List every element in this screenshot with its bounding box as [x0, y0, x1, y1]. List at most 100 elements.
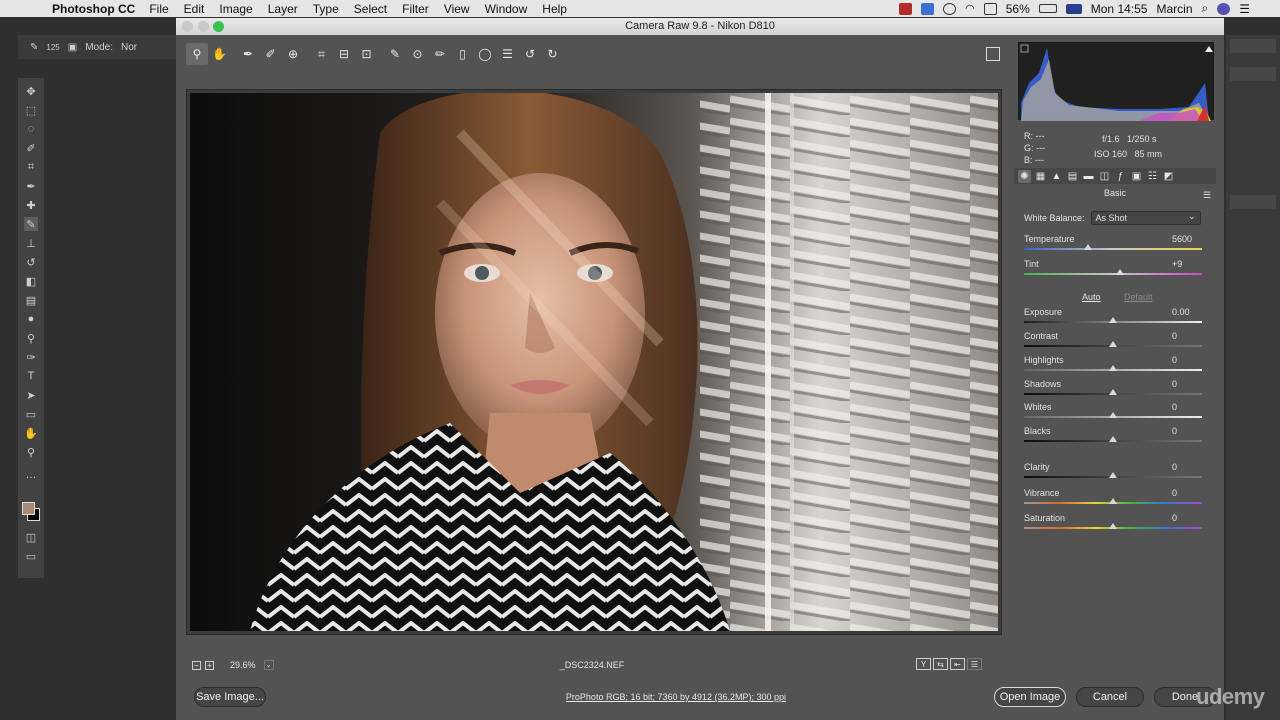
- battery-percent[interactable]: 56%: [1006, 2, 1030, 16]
- graduated-filter-icon[interactable]: ▯: [452, 43, 474, 65]
- straighten-tool-icon[interactable]: ⊟: [333, 43, 355, 65]
- shape-tool-icon[interactable]: ▭: [24, 407, 38, 421]
- histogram[interactable]: [1018, 42, 1214, 121]
- saturation-slider-thumb[interactable]: [1109, 523, 1117, 529]
- zoom-in-icon[interactable]: +: [205, 660, 214, 670]
- blur-tool-icon[interactable]: ●: [24, 312, 38, 326]
- vibrance-value[interactable]: 0: [1172, 488, 1202, 498]
- path-select-icon[interactable]: ➤: [24, 388, 38, 402]
- zoom-out-icon[interactable]: −: [192, 660, 201, 670]
- clock[interactable]: Mon 14:55: [1091, 2, 1148, 16]
- menu-image[interactable]: Image: [219, 2, 252, 16]
- screen-mode-icon[interactable]: ▭: [24, 549, 38, 563]
- menu-file[interactable]: File: [149, 2, 168, 16]
- rotate-right-icon[interactable]: ↻: [542, 43, 564, 65]
- quick-mask-icon[interactable]: ◫: [24, 530, 38, 544]
- menu-type[interactable]: Type: [313, 2, 339, 16]
- app-name-menu[interactable]: Photoshop CC: [52, 2, 135, 16]
- gradient-tool-icon[interactable]: ▤: [24, 293, 38, 307]
- open-image-button[interactable]: Open Image: [994, 687, 1066, 707]
- shadows-value[interactable]: 0: [1172, 379, 1202, 389]
- white-balance-tool-icon[interactable]: ✒: [237, 43, 259, 65]
- spot-removal-icon[interactable]: ✎: [384, 43, 406, 65]
- tint-slider-thumb[interactable]: [1116, 269, 1125, 275]
- foreground-color-swatch[interactable]: [22, 502, 35, 515]
- raw-photo-preview[interactable]: [190, 93, 998, 631]
- crop-tool-icon[interactable]: ⌗: [24, 160, 38, 174]
- transform-tool-icon[interactable]: ⊡: [356, 43, 378, 65]
- tint-value[interactable]: +9: [1172, 259, 1202, 269]
- rotate-left-icon[interactable]: ↺: [519, 43, 541, 65]
- brush-size[interactable]: 125: [46, 43, 59, 52]
- panel-menu-icon[interactable]: ☰: [1202, 188, 1212, 202]
- dodge-tool-icon[interactable]: ⚲: [24, 331, 38, 345]
- camera-calibration-tab-icon[interactable]: ▣: [1130, 170, 1143, 183]
- sync-icon[interactable]: [943, 2, 957, 15]
- contrast-slider-thumb[interactable]: [1109, 341, 1117, 347]
- temperature-slider[interactable]: [1024, 248, 1202, 250]
- menu-help[interactable]: Help: [542, 2, 567, 16]
- quick-select-tool-icon[interactable]: ✐: [24, 141, 38, 155]
- blacks-value[interactable]: 0: [1172, 426, 1202, 436]
- blacks-slider-thumb[interactable]: [1109, 436, 1117, 442]
- stamp-tool-icon[interactable]: ⊥: [24, 236, 38, 250]
- exposure-value[interactable]: 0.00: [1172, 307, 1202, 317]
- user-name[interactable]: Marcin: [1156, 2, 1192, 16]
- before-after-icon[interactable]: Y: [916, 658, 931, 670]
- default-link[interactable]: Default: [1124, 292, 1153, 302]
- contrast-value[interactable]: 0: [1172, 331, 1202, 341]
- saturation-value[interactable]: 0: [1172, 513, 1202, 523]
- highlights-value[interactable]: 0: [1172, 355, 1202, 365]
- lasso-tool-icon[interactable]: ◌: [24, 122, 38, 136]
- menu-filter[interactable]: Filter: [402, 2, 429, 16]
- mode-select[interactable]: Nor: [121, 42, 137, 53]
- red-eye-icon[interactable]: ⊙: [407, 43, 429, 65]
- crop-tool-icon[interactable]: ⌗: [311, 43, 333, 65]
- workflow-options-link[interactable]: ProPhoto RGB; 16 bit; 7360 by 4912 (36.2…: [536, 692, 816, 702]
- radial-filter-icon[interactable]: ◯: [474, 43, 496, 65]
- preferences-icon[interactable]: ☰: [497, 43, 519, 65]
- battery-icon[interactable]: [1038, 4, 1057, 13]
- menu-window[interactable]: Window: [485, 2, 528, 16]
- temperature-slider-thumb[interactable]: [1084, 244, 1093, 250]
- notification-center-icon[interactable]: ☰: [1239, 2, 1250, 16]
- adobe-icon[interactable]: [899, 2, 913, 15]
- menu-edit[interactable]: Edit: [184, 2, 205, 16]
- tone-curve-tab-icon[interactable]: ▦: [1034, 170, 1047, 183]
- vibrance-slider-thumb[interactable]: [1109, 498, 1117, 504]
- brush-tool-icon[interactable]: ✎: [24, 217, 38, 231]
- zoom-menu-icon[interactable]: ⌄: [263, 660, 274, 670]
- effects-tab-icon[interactable]: ƒ: [1114, 170, 1127, 183]
- minimize-window-icon[interactable]: [198, 21, 209, 32]
- clarity-value[interactable]: 0: [1172, 462, 1202, 472]
- temperature-value[interactable]: 5600: [1172, 234, 1202, 244]
- history-brush-icon[interactable]: ↺: [24, 255, 38, 269]
- toggle-default-icon[interactable]: ☰: [967, 658, 982, 670]
- menu-view[interactable]: View: [444, 2, 470, 16]
- menu-layer[interactable]: Layer: [268, 2, 298, 16]
- zoom-tool-icon[interactable]: ⚲: [24, 445, 38, 459]
- snapshots-tab-icon[interactable]: ◩: [1162, 170, 1175, 183]
- dropbox-icon[interactable]: [921, 2, 935, 15]
- type-tool-icon[interactable]: T: [24, 369, 38, 383]
- healing-tool-icon[interactable]: ✚: [24, 198, 38, 212]
- lens-tab-icon[interactable]: ◫: [1098, 170, 1111, 183]
- fullscreen-toggle-icon[interactable]: [986, 47, 1000, 61]
- brush-panel-icon[interactable]: ▣: [68, 42, 77, 53]
- airplay-icon[interactable]: [983, 2, 997, 15]
- save-image-button[interactable]: Save Image...: [194, 687, 266, 707]
- siri-icon[interactable]: [1217, 2, 1231, 15]
- move-tool-icon[interactable]: ✥: [24, 84, 38, 98]
- targeted-adjustment-icon[interactable]: ⊕: [282, 43, 304, 65]
- eraser-tool-icon[interactable]: ◧: [24, 274, 38, 288]
- brush-tool-icon[interactable]: ✎: [30, 42, 38, 53]
- white-balance-select[interactable]: As Shot: [1090, 210, 1201, 225]
- highlights-slider-thumb[interactable]: [1109, 365, 1117, 371]
- color-sampler-icon[interactable]: ✐: [260, 43, 282, 65]
- cancel-button[interactable]: Cancel: [1076, 687, 1144, 707]
- pen-tool-icon[interactable]: ✑: [24, 350, 38, 364]
- eyedropper-tool-icon[interactable]: ✒: [24, 179, 38, 193]
- detail-tab-icon[interactable]: ▲: [1050, 170, 1063, 183]
- more-tools-icon[interactable]: …: [24, 468, 38, 482]
- presets-tab-icon[interactable]: ☷: [1146, 170, 1159, 183]
